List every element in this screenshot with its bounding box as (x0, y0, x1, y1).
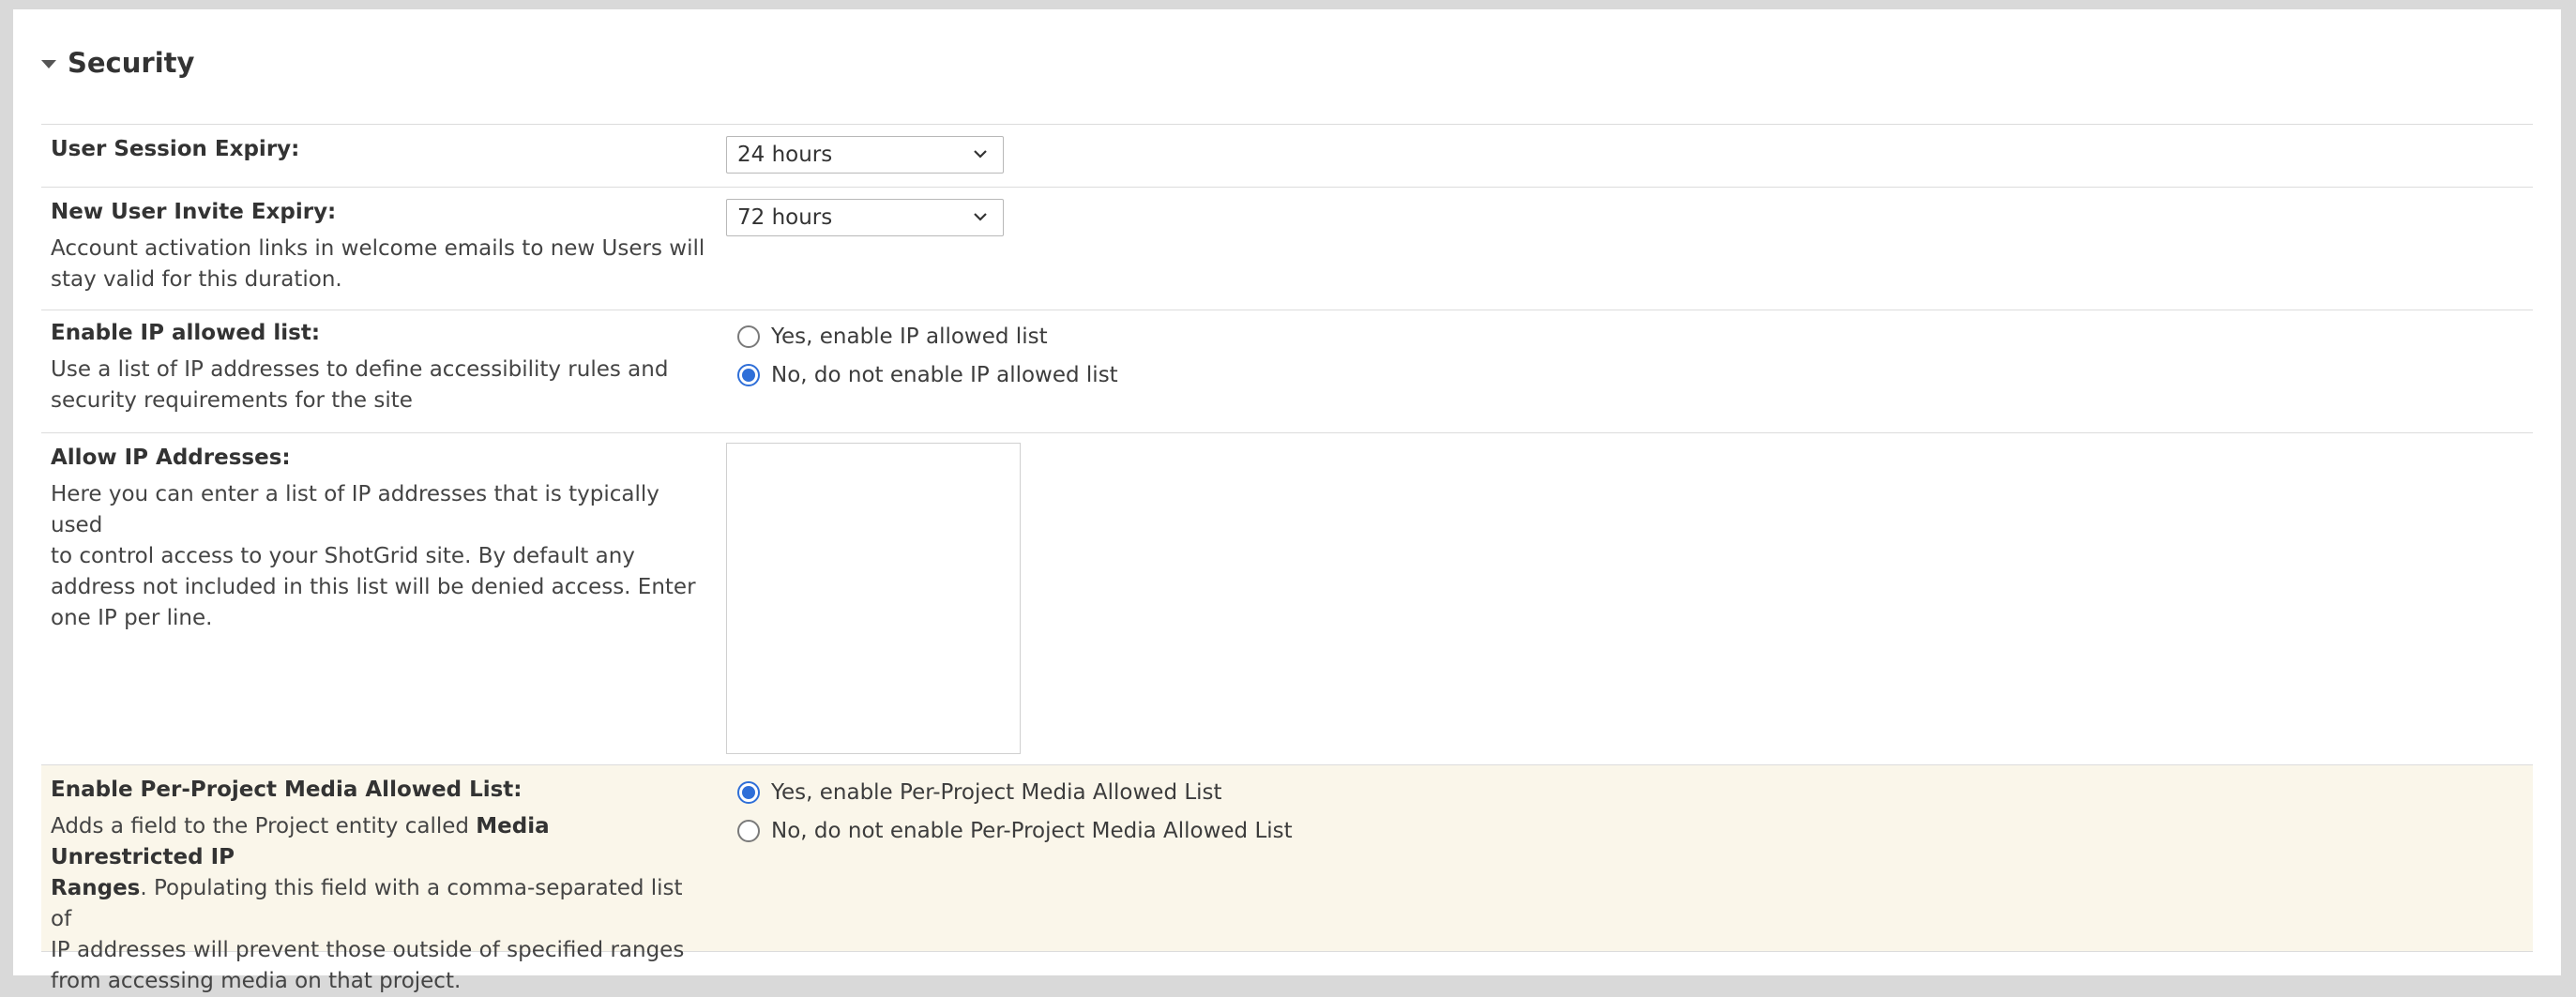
description-line: stay valid for this duration. (51, 267, 342, 292)
settings-panel: Security User Session Expiry: 24 hours N… (13, 9, 2561, 993)
radio-label: Yes, enable IP allowed list (771, 325, 1048, 349)
description-text: . Populating this field with a comma-sep… (51, 876, 683, 931)
description-line: IP addresses will prevent those outside … (51, 938, 685, 962)
session-expiry-select[interactable]: 24 hours (726, 136, 1004, 174)
radio-label: No, do not enable Per-Project Media Allo… (771, 819, 1293, 843)
section-title: Security (68, 47, 195, 79)
row-ip-allowed: Enable IP allowed list: Use a list of IP… (41, 310, 2533, 433)
radio-label: Yes, enable Per-Project Media Allowed Li… (771, 780, 1222, 805)
field-label: Allow IP Addresses: (51, 446, 291, 470)
radio-button-selected[interactable] (737, 364, 760, 386)
field-description: Adds a field to the Project entity calle… (51, 811, 707, 997)
field-description: Account activation links in welcome emai… (51, 234, 707, 295)
field-label: New User Invite Expiry: (51, 200, 337, 224)
description-line: address not included in this list will b… (51, 575, 696, 599)
radio-button[interactable] (737, 820, 760, 842)
row-allow-ips: Allow IP Addresses: Here you can enter a… (41, 433, 2533, 765)
chevron-down-icon (974, 213, 987, 221)
invite-expiry-select[interactable]: 72 hours (726, 199, 1004, 236)
field-label: Enable IP allowed list: (51, 321, 321, 345)
label-column: Enable IP allowed list: Use a list of IP… (51, 310, 707, 416)
ip-allowed-yes-option[interactable]: Yes, enable IP allowed list (726, 325, 1048, 349)
chevron-down-icon (974, 150, 987, 159)
select-value: 72 hours (737, 205, 833, 230)
section-header-security[interactable]: Security (41, 47, 194, 79)
radio-button[interactable] (737, 325, 760, 348)
description-line: to control access to your ShotGrid site.… (51, 544, 635, 568)
select-value: 24 hours (737, 143, 833, 167)
description-line: Here you can enter a list of IP addresse… (51, 482, 659, 537)
radio-label: No, do not enable IP allowed list (771, 363, 1118, 387)
radio-button-selected[interactable] (737, 781, 760, 804)
media-allowed-yes-option[interactable]: Yes, enable Per-Project Media Allowed Li… (726, 780, 1222, 805)
description-line: Adds a field to the Project entity calle… (51, 811, 707, 873)
row-invite-expiry: New User Invite Expiry: Account activati… (41, 188, 2533, 310)
description-line: Ranges. Populating this field with a com… (51, 873, 707, 935)
field-description: Use a list of IP addresses to define acc… (51, 355, 707, 416)
description-line: one IP per line. (51, 606, 213, 630)
ip-addresses-textarea[interactable] (726, 443, 1021, 754)
field-description: Here you can enter a list of IP addresse… (51, 479, 707, 634)
description-line: Account activation links in welcome emai… (51, 236, 705, 261)
description-line: from accessing media on that project. (51, 969, 462, 993)
caret-down-icon[interactable] (41, 59, 56, 68)
field-name-bold: Ranges (51, 876, 141, 900)
label-column: Allow IP Addresses: Here you can enter a… (51, 433, 707, 634)
row-session-expiry: User Session Expiry: 24 hours (41, 125, 2533, 188)
label-column: User Session Expiry: (51, 125, 707, 165)
field-label: Enable Per-Project Media Allowed List: (51, 778, 523, 802)
ip-allowed-no-option[interactable]: No, do not enable IP allowed list (726, 363, 1118, 387)
settings-table: User Session Expiry: 24 hours New User I… (41, 124, 2533, 993)
description-line: security requirements for the site (51, 388, 413, 413)
field-label: User Session Expiry: (51, 137, 300, 161)
description-line: Use a list of IP addresses to define acc… (51, 357, 669, 382)
media-allowed-no-option[interactable]: No, do not enable Per-Project Media Allo… (726, 819, 1293, 843)
row-media-allowed: Enable Per-Project Media Allowed List: A… (41, 765, 2533, 993)
description-text: Adds a field to the Project entity calle… (51, 814, 477, 838)
label-column: New User Invite Expiry: Account activati… (51, 188, 707, 295)
